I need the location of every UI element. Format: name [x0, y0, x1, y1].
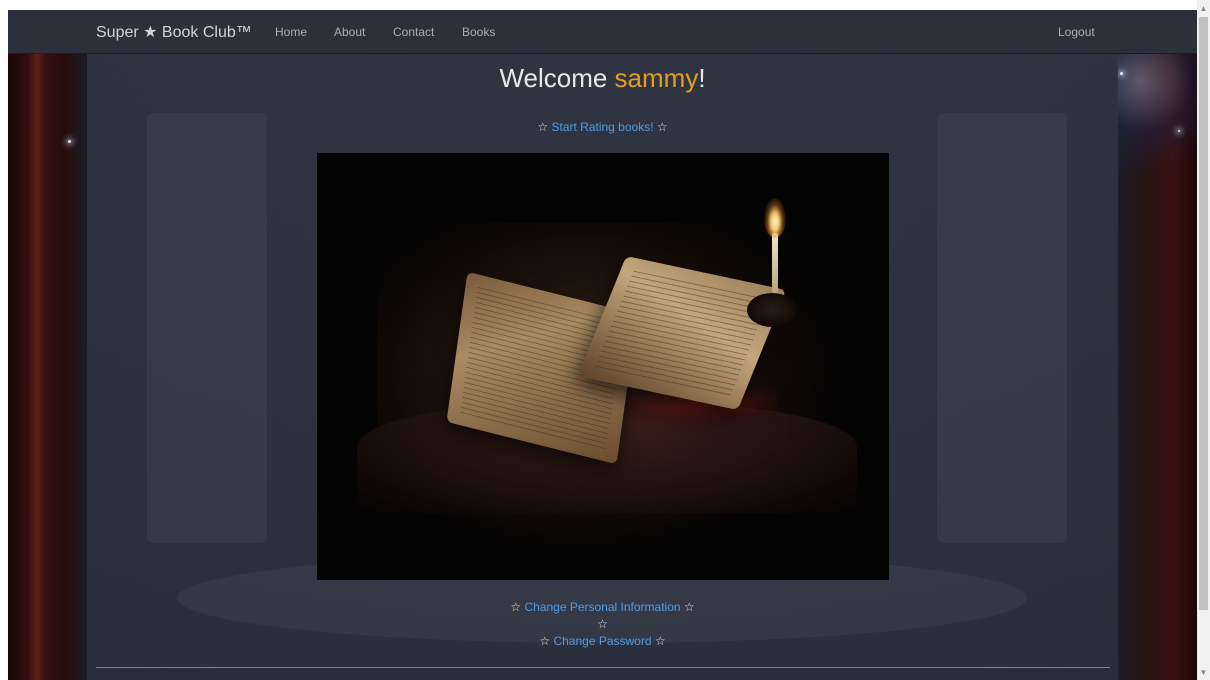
star-icon: ☆: [539, 634, 551, 648]
hero-candle-holder: [747, 293, 797, 327]
background-bookshelf: [147, 113, 267, 543]
star-icon: ☆: [683, 600, 695, 614]
star-icon: ☆: [597, 617, 608, 631]
star-icon: ☆: [654, 634, 666, 648]
page-viewport: Super ★ Book Club™ Home About Contact Bo…: [8, 10, 1197, 680]
star-sparkle: [68, 140, 71, 143]
footer-divider: [96, 667, 1110, 668]
scroll-down-arrow[interactable]: ▼: [1197, 666, 1210, 680]
nav-home[interactable]: Home: [275, 25, 307, 39]
star-icon: ☆: [510, 600, 522, 614]
change-password-link[interactable]: Change Password: [553, 634, 651, 648]
star-icon: ☆: [656, 120, 668, 134]
brand-logo[interactable]: Super ★ Book Club™: [96, 22, 252, 42]
nav-contact[interactable]: Contact: [393, 25, 434, 39]
hero-candle: [772, 233, 778, 293]
top-navbar: Super ★ Book Club™ Home About Contact Bo…: [8, 10, 1197, 54]
hero-candle-flame: [764, 198, 786, 238]
vertical-scrollbar[interactable]: ▲ ▼: [1197, 0, 1210, 680]
background-right-curtain: [1117, 53, 1197, 680]
scroll-thumb[interactable]: [1199, 17, 1208, 610]
start-rating-row: ☆ Start Rating books! ☆: [8, 120, 1197, 134]
separator-star-row: ☆: [8, 617, 1197, 631]
scroll-up-arrow[interactable]: ▲: [1197, 2, 1210, 16]
open-book-with-candle-image: [317, 153, 889, 580]
change-password-row: ☆ Change Password ☆: [8, 634, 1197, 648]
change-personal-info-link[interactable]: Change Personal Information: [524, 600, 680, 614]
background-left-curtain: [8, 53, 88, 680]
nav-about[interactable]: About: [334, 25, 365, 39]
star-icon: ☆: [537, 120, 549, 134]
nav-books[interactable]: Books: [462, 25, 495, 39]
welcome-heading: Welcome sammy!: [8, 63, 1197, 94]
logout-link[interactable]: Logout: [1058, 25, 1095, 39]
change-info-row: ☆ Change Personal Information ☆: [8, 600, 1197, 614]
welcome-suffix: !: [698, 63, 706, 93]
start-rating-link[interactable]: Start Rating books!: [551, 120, 653, 134]
welcome-username: sammy: [614, 63, 699, 93]
welcome-prefix: Welcome: [499, 63, 615, 93]
background-bookshelf: [937, 113, 1067, 543]
